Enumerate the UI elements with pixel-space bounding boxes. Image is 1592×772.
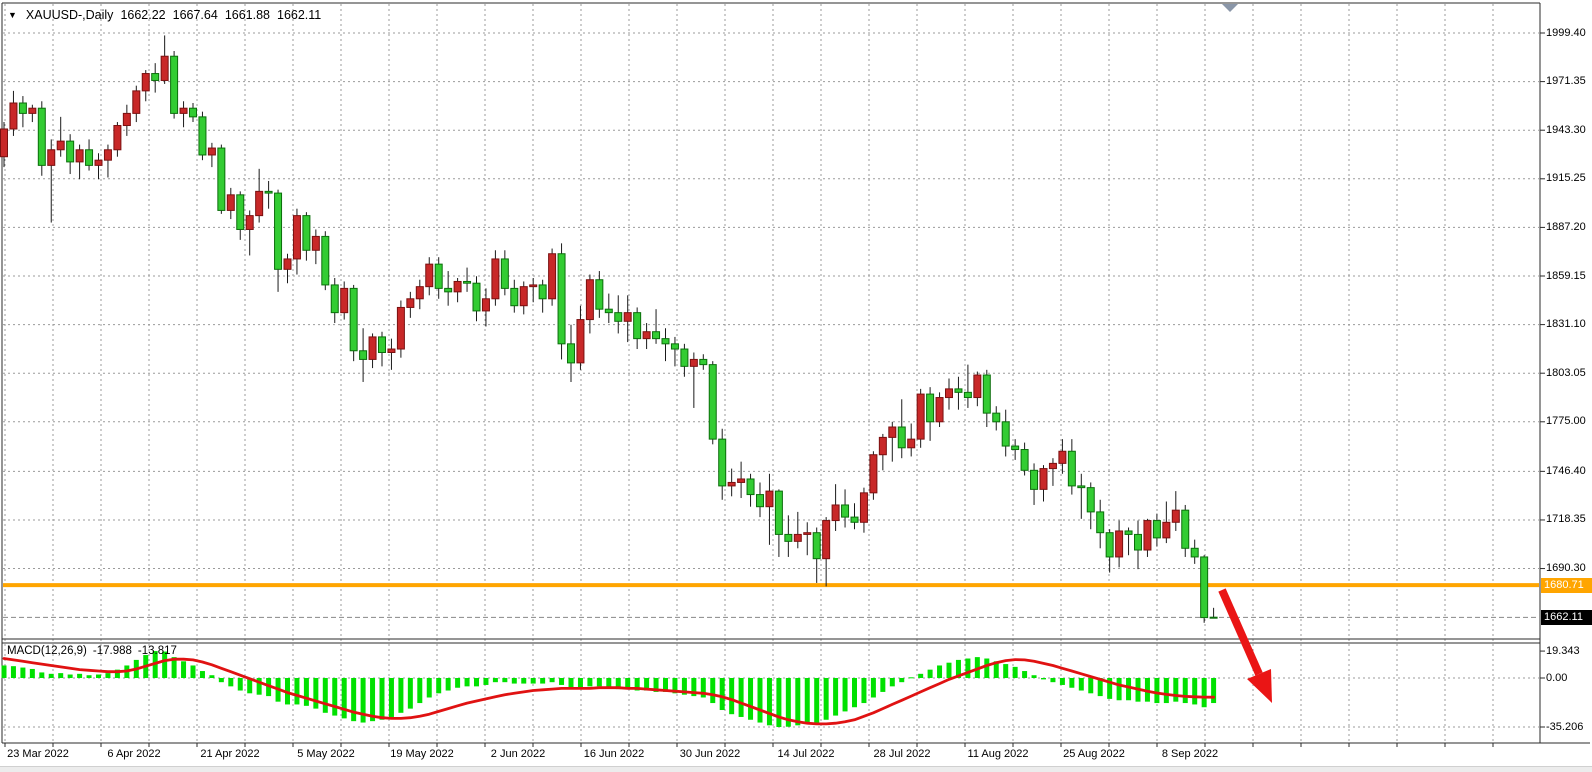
- symbol-quote-bar: ▼ XAUUSD-,Daily 1662.22 1667.64 1661.88 …: [8, 8, 321, 22]
- quote-high: 1667.64: [173, 8, 218, 22]
- chart-canvas[interactable]: [0, 0, 1592, 772]
- price-tick-label: 1915.25: [1546, 172, 1586, 185]
- price-tick-label: 1999.40: [1546, 27, 1586, 40]
- date-label: 21 Apr 2022: [200, 748, 259, 760]
- date-label: 30 Jun 2022: [680, 748, 741, 760]
- date-label: 14 Jul 2022: [778, 748, 835, 760]
- indicator-name: MACD(12,26,9): [7, 645, 87, 657]
- indicator-value: -17.988: [93, 645, 132, 657]
- date-label: 11 Aug 2022: [968, 748, 1029, 760]
- indicator-tick-label: 0.00: [1546, 672, 1567, 685]
- date-label: 25 Aug 2022: [1063, 748, 1125, 760]
- indicator-label: MACD(12,26,9) -17.988 -13.817: [7, 645, 177, 657]
- price-tick-label: 1775.00: [1546, 415, 1586, 428]
- chart-window: ▼ XAUUSD-,Daily 1662.22 1667.64 1661.88 …: [0, 0, 1592, 772]
- price-tick-label: 1690.30: [1546, 562, 1586, 575]
- price-tick-label: 1971.35: [1546, 75, 1586, 88]
- indicator-signal-value: -13.817: [138, 645, 177, 657]
- quote-low: 1661.88: [225, 8, 270, 22]
- indicator-tick-label: -35.206: [1546, 721, 1583, 734]
- date-label: 8 Sep 2022: [1162, 748, 1218, 760]
- indicator-tick-label: 19.343: [1546, 645, 1580, 658]
- price-tick-label: 1831.10: [1546, 318, 1586, 331]
- autoscroll-marker-icon[interactable]: [1222, 4, 1238, 12]
- window-bottom-edge: [0, 766, 1592, 772]
- date-label: 2 Jun 2022: [491, 748, 545, 760]
- support-price-badge: 1680.71: [1541, 578, 1592, 593]
- date-label: 5 May 2022: [297, 748, 354, 760]
- symbol-timeframe-label: XAUUSD-,Daily: [26, 8, 114, 22]
- price-tick-label: 1887.20: [1546, 221, 1586, 234]
- panel-frame: [2, 3, 1590, 743]
- date-label: 6 Apr 2022: [107, 748, 160, 760]
- price-tick-label: 1859.15: [1546, 270, 1586, 283]
- date-label: 19 May 2022: [390, 748, 454, 760]
- quote-close: 1662.11: [277, 8, 321, 22]
- price-tick-label: 1718.35: [1546, 513, 1586, 526]
- last-price-badge: 1662.11: [1541, 610, 1592, 625]
- trend-arrow[interactable]: [1222, 590, 1272, 703]
- symbol-dropdown-icon[interactable]: ▼: [8, 10, 17, 20]
- price-tick-label: 1746.40: [1546, 465, 1586, 478]
- time-axis[interactable]: 23 Mar 2022 6 Apr 2022 21 Apr 2022 5 May 20…: [0, 746, 1592, 764]
- date-label: 23 Mar 2022: [7, 748, 69, 760]
- price-tick-label: 1943.30: [1546, 124, 1586, 137]
- date-label: 16 Jun 2022: [584, 748, 645, 760]
- quote-open: 1662.22: [120, 8, 165, 22]
- candles-series: [1, 35, 1218, 622]
- date-label: 28 Jul 2022: [874, 748, 931, 760]
- price-axis[interactable]: 1680.71 1662.11 1999.40 1971.35 1943.30 191…: [1544, 0, 1592, 772]
- gridlines: [3, 4, 1539, 742]
- price-tick-label: 1803.05: [1546, 367, 1586, 380]
- axis-tick-marks: [5, 33, 1545, 747]
